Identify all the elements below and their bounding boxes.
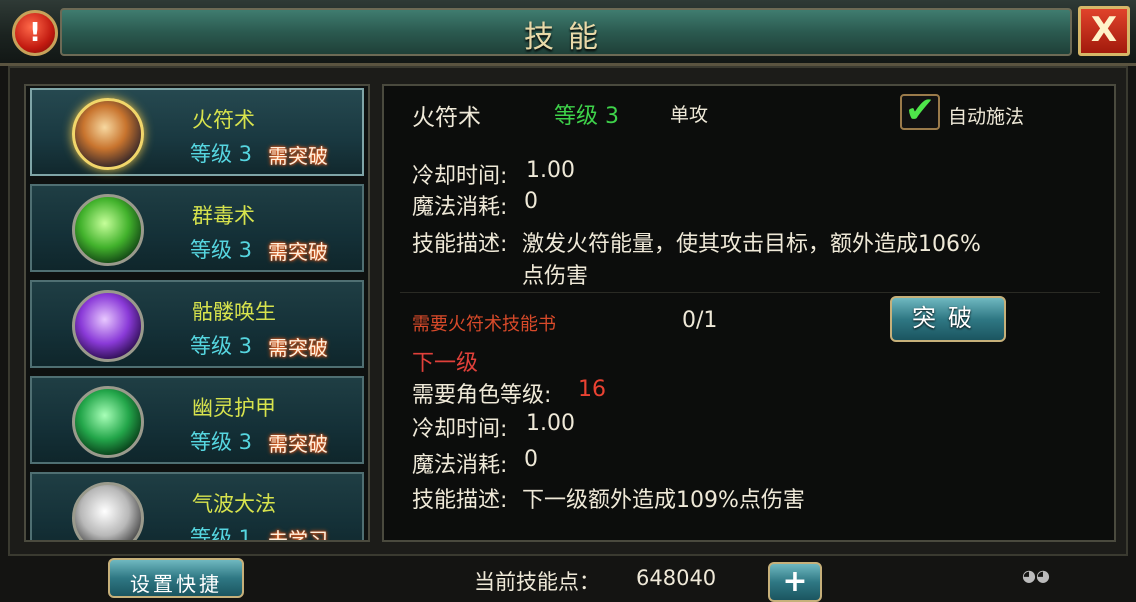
- skill-item-poison[interactable]: 群毒术 等级 3 需突破: [30, 184, 364, 272]
- book-required: 需要火符术技能书: [412, 314, 556, 335]
- skill-level: 等级 3: [190, 238, 253, 262]
- breakthrough-button[interactable]: 突破: [890, 296, 1006, 342]
- skill-item-ghost-armor[interactable]: 幽灵护甲 等级 3 需突破: [30, 376, 364, 464]
- desc-line-1: 激发火符能量，使其攻击目标，额外造成106%: [522, 232, 981, 257]
- set-shortcut-button[interactable]: 设置快捷: [108, 558, 244, 598]
- skill-points-label: 当前技能点：: [474, 570, 600, 594]
- skill-level: 等级 3: [190, 142, 253, 166]
- skill-points-value: 648040: [636, 566, 717, 590]
- detail-skill-name: 火符术: [412, 105, 481, 131]
- skill-item-skeleton[interactable]: 骷髅唤生 等级 3 需突破: [30, 280, 364, 368]
- next-level-title: 下一级: [412, 351, 479, 376]
- close-button[interactable]: X: [1078, 6, 1130, 56]
- detail-skill-level: 等级 3: [554, 104, 619, 129]
- skill-name: 骷髅唤生: [192, 300, 276, 324]
- req-level-label: 需要角色等级:: [412, 383, 552, 408]
- skill-item-qi-wave[interactable]: 气波大法 等级 1 未学习: [30, 472, 364, 542]
- next-cooldown-label: 冷却时间:: [412, 417, 508, 442]
- detail-attack-type: 单攻: [670, 104, 709, 126]
- mana-value: 0: [524, 189, 538, 214]
- window-title: 技能: [524, 20, 612, 55]
- shield-icon: [72, 386, 144, 458]
- wave-icon: [72, 482, 144, 540]
- mana-label: 魔法消耗:: [412, 195, 508, 220]
- add-points-button[interactable]: +: [768, 562, 822, 602]
- next-mana-label: 魔法消耗:: [412, 453, 508, 478]
- fire-talisman-icon: [72, 98, 144, 170]
- skill-item-fire-talisman[interactable]: 火符术 等级 3 需突破: [30, 88, 364, 176]
- next-desc: 下一级额外造成109%点伤害: [522, 488, 805, 513]
- poison-hand-icon: [72, 194, 144, 266]
- skill-status: 未学习: [268, 528, 328, 542]
- cooldown-value: 1.00: [526, 158, 575, 183]
- desc-label: 技能描述:: [412, 232, 508, 257]
- skill-status: 需突破: [268, 432, 328, 456]
- skill-status: 需突破: [268, 240, 328, 264]
- skill-list[interactable]: 火符术 等级 3 需突破 群毒术 等级 3 需突破 骷髅唤生 等级 3 需突破 …: [24, 84, 370, 542]
- auto-cast-checkbox[interactable]: ✔: [900, 93, 940, 130]
- alert-icon[interactable]: !: [12, 10, 58, 56]
- desc-line-2: 点伤害: [522, 264, 589, 289]
- req-level-value: 16: [578, 377, 606, 402]
- skill-level: 等级 3: [190, 430, 253, 454]
- skill-name: 火符术: [192, 108, 255, 132]
- skull-icon: [72, 290, 144, 362]
- skill-name: 气波大法: [192, 492, 276, 516]
- skill-name: 幽灵护甲: [192, 396, 276, 420]
- next-mana-value: 0: [524, 447, 538, 472]
- auto-cast-label: 自动施法: [948, 106, 1025, 128]
- skill-level: 等级 3: [190, 334, 253, 358]
- skill-status: 需突破: [268, 336, 328, 360]
- cooldown-label: 冷却时间:: [412, 164, 508, 189]
- divider: [400, 292, 1100, 293]
- skill-status: 需突破: [268, 144, 328, 168]
- skill-name: 群毒术: [192, 204, 255, 228]
- skill-level: 等级 1: [190, 526, 253, 542]
- watermark-icon: ◕◕: [1022, 566, 1050, 585]
- next-cooldown-value: 1.00: [526, 411, 575, 436]
- book-count: 0/1: [682, 308, 718, 333]
- next-desc-label: 技能描述:: [412, 488, 508, 513]
